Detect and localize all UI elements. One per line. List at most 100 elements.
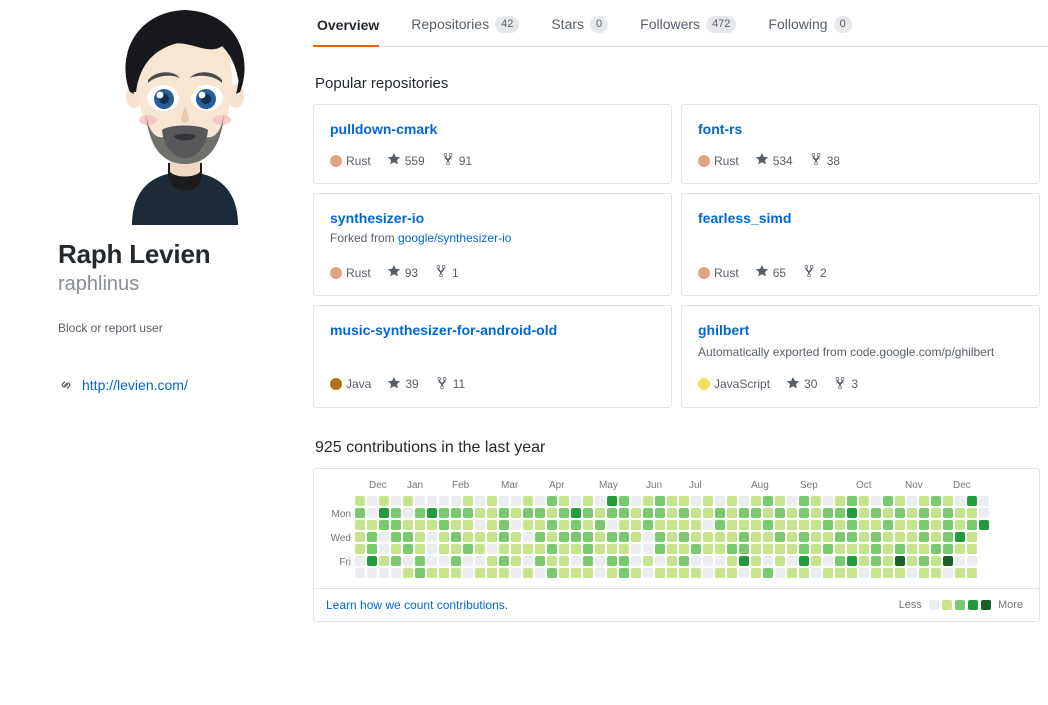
forked-from-source-link[interactable]: google/synthesizer-io [398, 231, 511, 245]
contribution-day-cell[interactable] [535, 496, 545, 506]
contribution-day-cell[interactable] [403, 556, 413, 566]
contribution-day-cell[interactable] [751, 532, 761, 542]
repository-stars[interactable]: 30 [786, 376, 817, 393]
contribution-day-cell[interactable] [691, 544, 701, 554]
contribution-day-cell[interactable] [379, 556, 389, 566]
contribution-day-cell[interactable] [763, 532, 773, 542]
contribution-day-cell[interactable] [907, 532, 917, 542]
contribution-day-cell[interactable] [547, 520, 557, 530]
contribution-day-cell[interactable] [427, 556, 437, 566]
repository-stars[interactable]: 39 [387, 376, 418, 393]
contribution-day-cell[interactable] [823, 556, 833, 566]
contribution-day-cell[interactable] [859, 496, 869, 506]
contribution-day-cell[interactable] [643, 544, 653, 554]
tab-overview[interactable]: Overview [313, 17, 395, 46]
contribution-day-cell[interactable] [847, 532, 857, 542]
contribution-day-cell[interactable] [607, 556, 617, 566]
contribution-day-cell[interactable] [775, 508, 785, 518]
repository-forks[interactable]: 91 [441, 152, 472, 169]
contribution-day-cell[interactable] [787, 556, 797, 566]
contribution-day-cell[interactable] [883, 568, 893, 578]
contribution-day-cell[interactable] [367, 544, 377, 554]
contribution-day-cell[interactable] [415, 520, 425, 530]
contribution-day-cell[interactable] [775, 532, 785, 542]
contribution-day-cell[interactable] [523, 508, 533, 518]
contribution-day-cell[interactable] [811, 544, 821, 554]
contribution-day-cell[interactable] [799, 568, 809, 578]
contribution-day-cell[interactable] [535, 556, 545, 566]
contribution-day-cell[interactable] [379, 508, 389, 518]
contribution-day-cell[interactable] [487, 568, 497, 578]
contribution-day-cell[interactable] [523, 568, 533, 578]
contribution-day-cell[interactable] [559, 556, 569, 566]
contribution-day-cell[interactable] [715, 520, 725, 530]
contribution-day-cell[interactable] [751, 556, 761, 566]
contribution-day-cell[interactable] [943, 496, 953, 506]
contribution-day-cell[interactable] [439, 544, 449, 554]
contribution-day-cell[interactable] [871, 532, 881, 542]
contribution-day-cell[interactable] [679, 532, 689, 542]
contribution-day-cell[interactable] [955, 544, 965, 554]
contribution-day-cell[interactable] [391, 532, 401, 542]
contribution-day-cell[interactable] [355, 568, 365, 578]
repository-name-link[interactable]: fearless_simd [698, 209, 1023, 227]
contribution-day-cell[interactable] [487, 496, 497, 506]
contribution-day-cell[interactable] [427, 508, 437, 518]
contribution-day-cell[interactable] [523, 544, 533, 554]
contribution-day-cell[interactable] [439, 496, 449, 506]
contribution-day-cell[interactable] [739, 508, 749, 518]
contribution-day-cell[interactable] [835, 544, 845, 554]
contribution-day-cell[interactable] [667, 532, 677, 542]
contribution-day-cell[interactable] [979, 532, 989, 542]
contribution-day-cell[interactable] [763, 544, 773, 554]
contribution-day-cell[interactable] [391, 508, 401, 518]
contribution-day-cell[interactable] [535, 568, 545, 578]
contribution-day-cell[interactable] [463, 496, 473, 506]
contribution-day-cell[interactable] [547, 532, 557, 542]
contribution-day-cell[interactable] [439, 520, 449, 530]
contribution-day-cell[interactable] [571, 496, 581, 506]
contribution-day-cell[interactable] [379, 532, 389, 542]
contribution-day-cell[interactable] [391, 520, 401, 530]
contribution-day-cell[interactable] [571, 532, 581, 542]
repository-name-link[interactable]: synthesizer-io [330, 209, 655, 227]
contribution-day-cell[interactable] [571, 556, 581, 566]
contribution-day-cell[interactable] [943, 568, 953, 578]
contribution-day-cell[interactable] [583, 544, 593, 554]
contribution-day-cell[interactable] [955, 520, 965, 530]
contribution-day-cell[interactable] [943, 520, 953, 530]
contribution-day-cell[interactable] [655, 508, 665, 518]
repository-forks[interactable]: 3 [833, 376, 858, 393]
contribution-day-cell[interactable] [715, 556, 725, 566]
contribution-day-cell[interactable] [847, 544, 857, 554]
contribution-day-cell[interactable] [931, 520, 941, 530]
contribution-day-cell[interactable] [967, 544, 977, 554]
contribution-day-cell[interactable] [763, 556, 773, 566]
block-or-report-user-link[interactable]: Block or report user [58, 321, 300, 335]
contribution-day-cell[interactable] [799, 556, 809, 566]
contribution-day-cell[interactable] [751, 496, 761, 506]
contribution-day-cell[interactable] [979, 508, 989, 518]
contribution-day-cell[interactable] [463, 544, 473, 554]
contribution-day-cell[interactable] [415, 568, 425, 578]
contribution-day-cell[interactable] [379, 496, 389, 506]
contribution-day-cell[interactable] [835, 520, 845, 530]
contribution-day-cell[interactable] [487, 520, 497, 530]
contribution-day-cell[interactable] [523, 556, 533, 566]
contribution-day-cell[interactable] [367, 496, 377, 506]
contribution-day-cell[interactable] [403, 496, 413, 506]
contribution-day-cell[interactable] [955, 532, 965, 542]
contribution-day-cell[interactable] [823, 544, 833, 554]
contribution-day-cell[interactable] [631, 568, 641, 578]
contribution-day-cell[interactable] [535, 508, 545, 518]
contribution-day-cell[interactable] [499, 532, 509, 542]
contribution-day-cell[interactable] [415, 532, 425, 542]
contribution-day-cell[interactable] [595, 520, 605, 530]
contribution-day-cell[interactable] [775, 544, 785, 554]
contribution-day-cell[interactable] [751, 544, 761, 554]
contribution-day-cell[interactable] [655, 556, 665, 566]
contribution-day-cell[interactable] [907, 496, 917, 506]
contribution-day-cell[interactable] [643, 568, 653, 578]
contribution-day-cell[interactable] [967, 508, 977, 518]
contribution-day-cell[interactable] [823, 508, 833, 518]
